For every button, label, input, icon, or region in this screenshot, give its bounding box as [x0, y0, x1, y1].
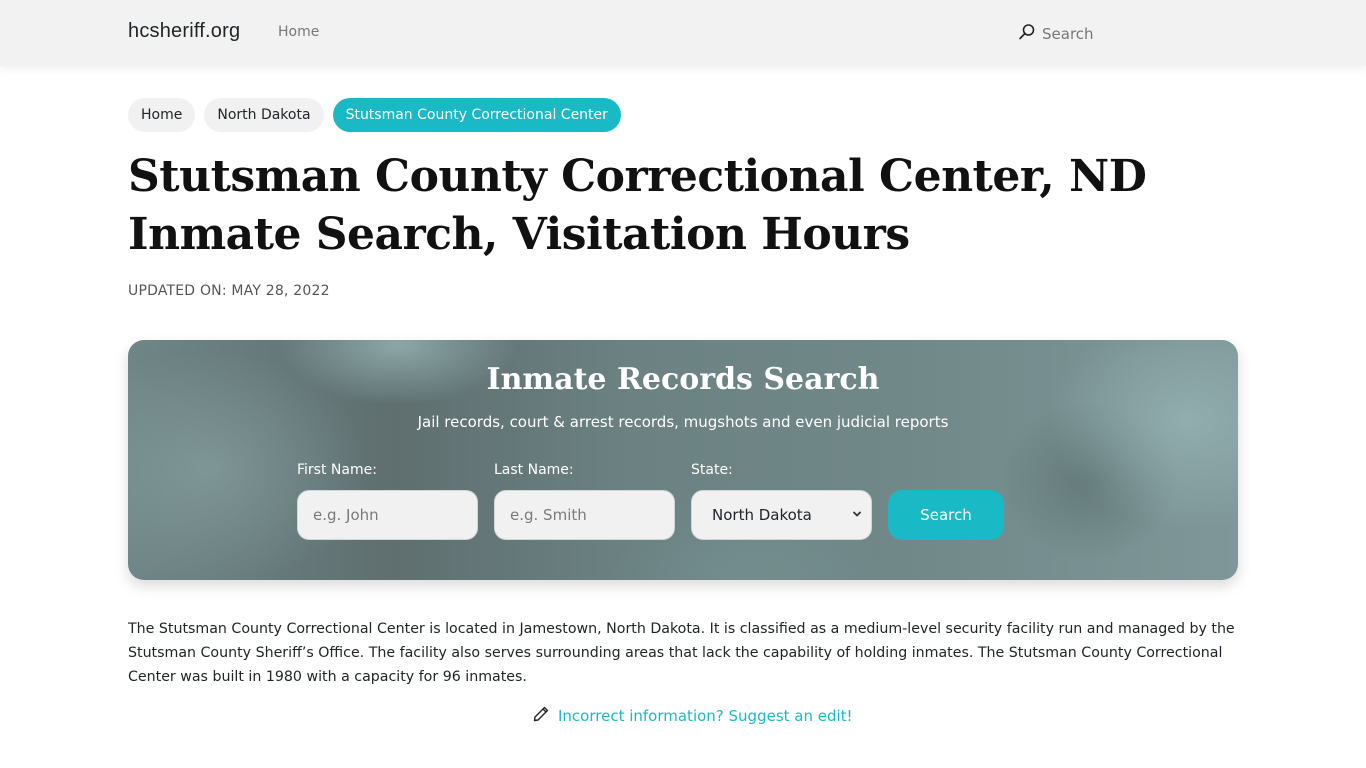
search-card-title: Inmate Records Search — [486, 362, 880, 397]
state-label: State: — [691, 462, 733, 478]
state-select[interactable]: North Dakota — [691, 490, 872, 540]
top-navbar: hcsheriff.org Home Search — [0, 0, 1366, 66]
page-title-line-1: Stutsman County Correctional Center, ND — [128, 151, 1147, 202]
breadcrumb-current-facility[interactable]: Stutsman County Correctional Center — [332, 98, 621, 132]
last-name-label: Last Name: — [494, 462, 574, 478]
last-name-input[interactable] — [494, 490, 675, 540]
page-title: Stutsman County Correctional Center, ND … — [128, 148, 1228, 264]
breadcrumb-north-dakota[interactable]: North Dakota — [204, 98, 324, 132]
search-card-subtitle: Jail records, court & arrest records, mu… — [417, 413, 949, 431]
suggest-edit-link[interactable]: Incorrect information? Suggest an edit! — [532, 705, 853, 727]
breadcrumb: Home North Dakota Stutsman County Correc… — [128, 98, 621, 132]
nav-search-label: Search — [1042, 25, 1094, 43]
first-name-label: First Name: — [297, 462, 377, 478]
suggest-edit-label: Incorrect information? Suggest an edit! — [558, 707, 853, 725]
page-title-line-2: Inmate Search, Visitation Hours — [128, 209, 910, 260]
state-select-wrapper: North Dakota — [691, 490, 872, 540]
inmate-search-card: Inmate Records Search Jail records, cour… — [128, 340, 1238, 580]
search-submit-button[interactable]: Search — [888, 490, 1004, 540]
site-brand-link[interactable]: hcsheriff.org — [128, 20, 240, 43]
search-icon — [1018, 23, 1036, 45]
nav-link-home[interactable]: Home — [278, 24, 319, 40]
nav-search-button[interactable]: Search — [1018, 22, 1094, 46]
breadcrumb-home[interactable]: Home — [128, 98, 196, 132]
facility-description: The Stutsman County Correctional Center … — [128, 621, 1235, 685]
first-name-input[interactable] — [297, 490, 478, 540]
updated-date: UPDATED ON: MAY 28, 2022 — [128, 283, 330, 299]
pencil-icon — [532, 705, 550, 727]
